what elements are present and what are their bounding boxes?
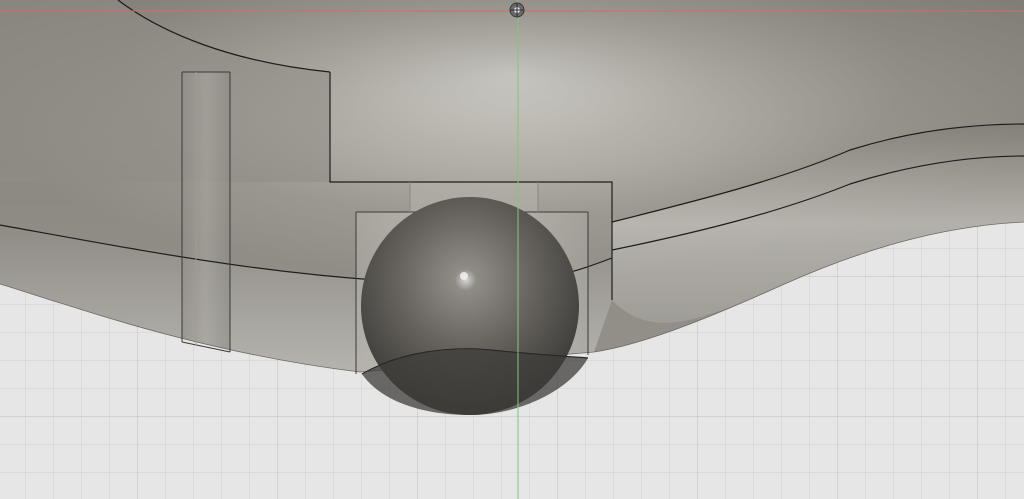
cad-viewport[interactable] [0, 0, 1024, 499]
origin-marker-icon[interactable] [509, 2, 525, 18]
slot-feature[interactable] [182, 72, 230, 352]
model-canvas[interactable] [0, 0, 1024, 499]
sphere-specular [460, 272, 468, 280]
